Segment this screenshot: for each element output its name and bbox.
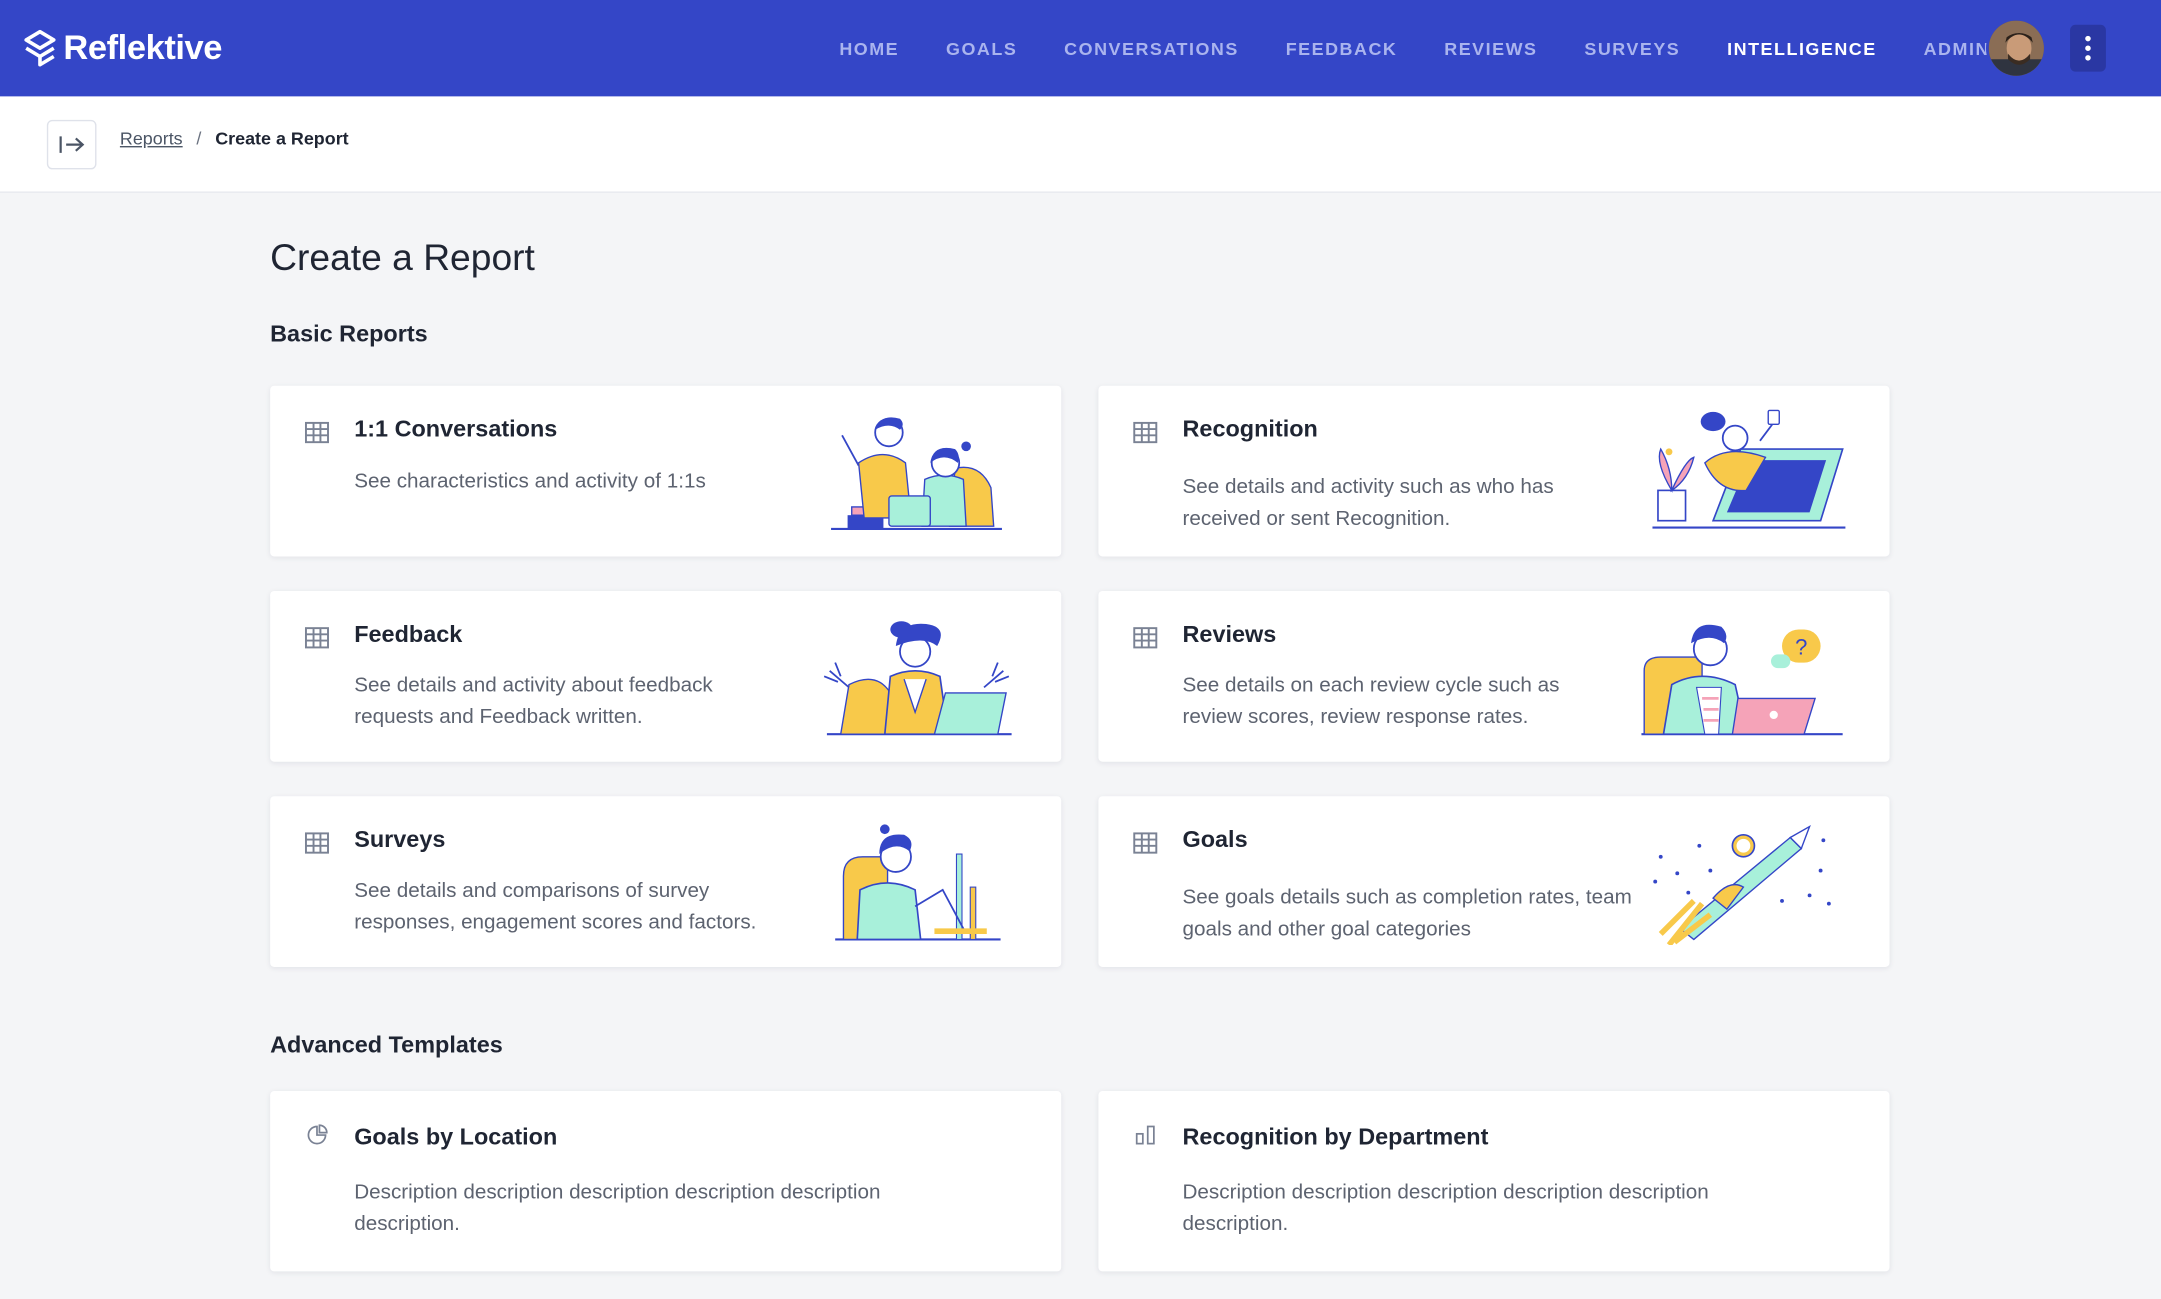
more-menu-button[interactable] [2070, 24, 2106, 72]
nav-surveys[interactable]: SURVEYS [1584, 38, 1680, 59]
advanced-templates-heading: Advanced Templates [270, 1031, 503, 1058]
table-icon [1133, 421, 1158, 444]
breadcrumb-bar: Reports / Create a Report [0, 96, 2161, 193]
nav-goals[interactable]: GOALS [946, 38, 1017, 59]
card-title: 1:1 Conversations [354, 416, 558, 443]
report-card-reviews[interactable]: Reviews See details on each review cycle… [1098, 590, 1890, 762]
pie-chart-icon [307, 1124, 328, 1145]
card-title: Surveys [354, 826, 446, 853]
expand-arrow-icon [59, 136, 85, 153]
nav-reviews[interactable]: REVIEWS [1444, 38, 1537, 59]
top-navbar: Reflektive HOME GOALS CONVERSATIONS FEED… [0, 0, 2161, 97]
kebab-dot [2085, 55, 2091, 61]
nav-conversations[interactable]: CONVERSATIONS [1064, 38, 1239, 59]
card-title: Goals by Location [354, 1124, 558, 1151]
nav-admin[interactable]: ADMIN [1924, 38, 1990, 59]
card-description: See goals details such as completion rat… [1182, 885, 1632, 941]
table-icon [304, 627, 329, 649]
user-avatar[interactable] [1985, 17, 2047, 79]
conversation-illustration [831, 417, 1002, 530]
card-description: See details and comparisons of survey re… [354, 878, 757, 934]
template-card-goals-by-location[interactable]: Goals by Location Description descriptio… [270, 1090, 1062, 1272]
table-icon [1133, 832, 1158, 854]
report-card-surveys[interactable]: Surveys See details and comparisons of s… [270, 796, 1062, 968]
main-nav: HOME GOALS CONVERSATIONS FEEDBACK REVIEW… [816, 0, 2013, 96]
table-icon [304, 832, 329, 854]
card-title: Recognition [1182, 416, 1318, 443]
card-description: See details and activity about feedback … [354, 673, 713, 729]
expand-sidebar-button[interactable] [46, 119, 97, 170]
basic-reports-heading: Basic Reports [270, 320, 428, 348]
card-description: See details and activity such as who has… [1182, 475, 1554, 531]
card-title: Goals [1182, 826, 1248, 853]
avatar-photo [1988, 20, 2044, 76]
card-title: Reviews [1182, 621, 1277, 648]
goals-rocket-illustration [1653, 824, 1831, 945]
breadcrumb-reports-link[interactable]: Reports [120, 128, 183, 149]
reviews-illustration: ? [1641, 624, 1843, 736]
brand-logo[interactable]: Reflektive [22, 28, 222, 68]
card-title: Feedback [354, 621, 463, 648]
breadcrumb: Reports / Create a Report [120, 128, 349, 149]
breadcrumb-separator: / [196, 128, 202, 149]
table-icon [1133, 627, 1158, 649]
report-card-1-1-conversations[interactable]: 1:1 Conversations See characteristics an… [270, 385, 1062, 557]
bar-chart-icon [1135, 1125, 1155, 1145]
kebab-dot [2085, 45, 2091, 51]
card-description: Description description description desc… [1182, 1180, 1709, 1236]
breadcrumb-current: Create a Report [215, 128, 349, 149]
reflektive-logo-icon [24, 29, 56, 67]
recognition-illustration [1652, 409, 1846, 529]
nav-home[interactable]: HOME [839, 38, 899, 59]
report-card-recognition[interactable]: Recognition See details and activity suc… [1098, 385, 1890, 557]
feedback-illustration [823, 621, 1012, 736]
kebab-dot [2085, 35, 2091, 42]
brand-name: Reflektive [63, 28, 223, 67]
card-description: See details on each review cycle such as… [1182, 673, 1560, 729]
nav-feedback[interactable]: FEEDBACK [1286, 38, 1398, 59]
svg-text:?: ? [1795, 634, 1807, 659]
report-card-goals[interactable]: Goals See goals details such as completi… [1098, 796, 1890, 968]
card-title: Recognition by Department [1182, 1124, 1489, 1151]
report-card-feedback[interactable]: Feedback See details and activity about … [270, 590, 1062, 762]
page-title: Create a Report [270, 236, 535, 279]
card-description: See characteristics and activity of 1:1s [354, 469, 706, 494]
template-card-recognition-by-department[interactable]: Recognition by Department Description de… [1098, 1090, 1890, 1272]
surveys-illustration [835, 824, 1001, 941]
table-icon [304, 421, 329, 444]
nav-intelligence[interactable]: INTELLIGENCE [1727, 38, 1877, 59]
card-description: Description description description desc… [354, 1180, 881, 1236]
